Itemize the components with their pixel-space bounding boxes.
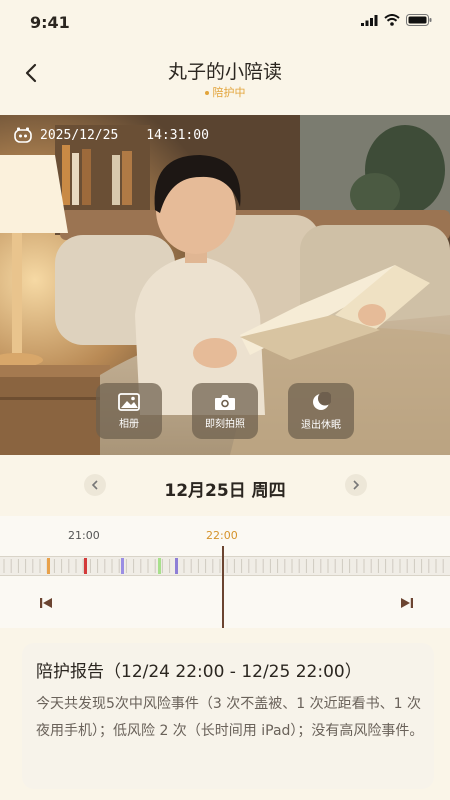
status-icons — [361, 14, 432, 26]
image-icon — [118, 392, 140, 411]
timeline-label-current: 22:00 — [206, 529, 238, 542]
page-title: 丸子的小陪读 — [167, 61, 282, 83]
signal-icon — [361, 14, 378, 26]
timeline-track[interactable] — [0, 556, 450, 576]
wifi-icon — [384, 14, 400, 26]
skip-forward-button[interactable] — [398, 594, 416, 612]
date-selector: 12月25日 周四 — [0, 468, 450, 508]
exit-sleep-label: 退出休眠 — [301, 419, 341, 431]
timeline[interactable]: 21:00 22:00 — [0, 516, 450, 628]
camera-date: 2025/12/25 — [40, 127, 119, 143]
timeline-event-marker[interactable] — [47, 558, 50, 574]
robot-face-icon — [14, 127, 32, 143]
report-body: 今天共发现5次中风险事件（3 次不盖被、1 次近距看书、1 次夜用手机）；低风险… — [36, 696, 424, 739]
care-report-card: 陪护报告（12/24 22:00 - 12/25 22:00） 今天共发现5次中… — [22, 643, 434, 789]
status-indicator: 陪护中 — [0, 84, 450, 100]
battery-icon — [406, 14, 432, 26]
status-bar: 9:41 — [0, 0, 450, 44]
timeline-ticks — [3, 558, 444, 574]
timeline-event-marker[interactable] — [175, 558, 178, 574]
snapshot-label: 即刻拍照 — [205, 418, 245, 430]
camera-time: 14:31:00 — [146, 127, 209, 143]
status-text: 陪护中 — [212, 86, 246, 99]
nav-header: 丸子的小陪读 陪护中 — [0, 48, 450, 110]
timeline-label-2100: 21:00 — [68, 529, 100, 542]
report-title: 陪护报告（12/24 22:00 - 12/25 22:00） — [36, 662, 362, 682]
camera-timestamp: 2025/12/25 14:31:00 — [14, 127, 209, 143]
album-label: 相册 — [119, 418, 139, 430]
album-button[interactable]: 相册 — [96, 383, 162, 439]
chevron-right-icon — [353, 480, 360, 490]
snapshot-button[interactable]: 即刻拍照 — [192, 383, 258, 439]
timeline-playhead[interactable] — [222, 546, 224, 628]
moon-icon — [313, 391, 331, 410]
skip-back-icon — [40, 598, 52, 608]
timeline-event-marker[interactable] — [121, 558, 124, 574]
current-date: 12月25日 周四 — [164, 481, 286, 501]
timeline-event-marker[interactable] — [84, 558, 87, 574]
status-time: 9:41 — [30, 13, 70, 32]
camera-view[interactable]: 2025/12/25 14:31:00 相册 即刻拍照 退出休眠 — [0, 115, 450, 455]
status-dot — [204, 91, 209, 95]
camera-icon — [215, 394, 235, 410]
timeline-event-marker[interactable] — [158, 558, 161, 574]
skip-back-button[interactable] — [37, 594, 55, 612]
next-day-button[interactable] — [345, 474, 367, 496]
skip-forward-icon — [401, 598, 413, 608]
exit-sleep-button[interactable]: 退出休眠 — [288, 383, 354, 439]
